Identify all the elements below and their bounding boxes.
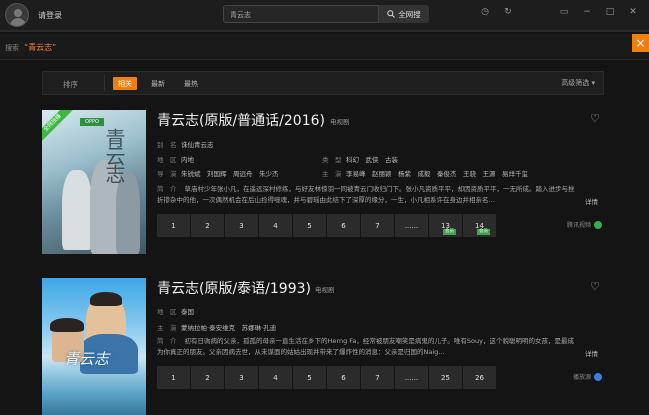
- episode-button[interactable]: 2: [191, 366, 224, 389]
- avatar[interactable]: [5, 3, 29, 27]
- meta-alias: 别 名诛仙青云志: [157, 141, 214, 149]
- play-source[interactable]: 腾讯视频: [567, 220, 602, 229]
- result-title[interactable]: 青云志(原版/泰语/1993): [157, 278, 311, 298]
- episode-button[interactable]: 6: [327, 214, 360, 237]
- episode-button[interactable]: 3: [225, 214, 258, 237]
- user-body-shape: [10, 18, 26, 26]
- result-title[interactable]: 青云志(原版/普通话/2016): [157, 110, 325, 130]
- search-icon: [387, 10, 396, 18]
- episode-button[interactable]: 7: [361, 214, 394, 237]
- poster-ribbon: 全网独播: [42, 110, 74, 145]
- poster-title-art: 青云志: [102, 128, 126, 182]
- poster-figure: [90, 292, 122, 306]
- filter-bar: 排序 相关 最新 最热 高级筛选 ▾: [42, 71, 604, 95]
- episode-button[interactable]: 4: [259, 366, 292, 389]
- episode-button[interactable]: 4: [259, 214, 292, 237]
- episode-button[interactable]: 5: [293, 366, 326, 389]
- poster-brand: OPPO: [80, 118, 104, 126]
- poster-image[interactable]: 青云志: [42, 278, 146, 415]
- sort-label: 排序: [63, 80, 78, 89]
- divider: [104, 75, 105, 91]
- close-icon[interactable]: ✕: [627, 7, 639, 17]
- play-source-label: 播放源: [572, 374, 591, 381]
- search-keyword-row: 搜索 “青云志”: [0, 34, 649, 60]
- maximize-icon[interactable]: □: [604, 7, 616, 17]
- vip-badge: 会员: [477, 229, 490, 235]
- poster-figure: [62, 170, 92, 250]
- poster-image[interactable]: 青云志 OPPO 全网独播: [42, 110, 146, 254]
- poster-figure: [50, 318, 84, 332]
- advanced-filter-button[interactable]: 高级筛选 ▾: [561, 78, 595, 88]
- episode-button[interactable]: 3: [225, 366, 258, 389]
- meta-director: 导 演朱锐斌 刘国辉 周远舟 朱少杰: [157, 170, 279, 178]
- episode-button[interactable]: 2: [191, 214, 224, 237]
- episode-button[interactable]: 6: [327, 366, 360, 389]
- detail-link[interactable]: 详情: [585, 348, 598, 358]
- search-keyword: “青云志”: [24, 43, 57, 52]
- result-item: 青云志 青云志(原版/泰语/1993) 电视剧 ♡ 地 区泰国 主 演蒙纳拉帕·…: [42, 278, 604, 415]
- meta-cast: 主 演李易峰 赵丽颖 杨紫 成毅 秦俊杰 王骁 王源 易烊千玺: [322, 170, 528, 178]
- poster-figure: [116, 172, 140, 254]
- source-logo-icon: [594, 372, 602, 381]
- episode-button[interactable]: 13 会员: [429, 214, 462, 237]
- screen-icon[interactable]: ▭: [558, 7, 570, 17]
- poster-title-art: 青云志: [64, 350, 110, 368]
- description: 简 介草庙村少年张小凡，在遥远深村修练，与好友林惊羽一同被青云门收归门下。张小凡…: [157, 185, 575, 204]
- close-search-button[interactable]: ×: [632, 34, 649, 52]
- refresh-icon[interactable]: ↻: [502, 7, 514, 17]
- minimize-icon[interactable]: −: [581, 7, 593, 17]
- meta-region: 地 区内地: [157, 156, 194, 164]
- episode-button[interactable]: 26: [463, 366, 496, 389]
- login-link[interactable]: 请登录: [38, 10, 62, 21]
- favorite-heart-icon[interactable]: ♡: [590, 112, 600, 125]
- result-item: 青云志 OPPO 全网独播 青云志(原版/普通话/2016) 电视剧 ♡ 别 名…: [42, 110, 604, 260]
- meta-region: 地 区泰国: [157, 308, 194, 316]
- title-bar: 请登录 全网搜 ◷ ↻ ▭ − □ ✕: [0, 0, 649, 32]
- cast-icon[interactable]: [525, 7, 547, 17]
- search-label: 搜索: [5, 44, 19, 52]
- meta-cast: 主 演蒙纳拉帕·泰安维克 苏娜琳·孔迪: [157, 324, 277, 332]
- search-button-label: 全网搜: [398, 9, 421, 19]
- clock-icon[interactable]: ◷: [479, 7, 491, 17]
- meta-genre: 类 型科幻 武侠 古装: [322, 156, 398, 164]
- vip-badge: 会员: [443, 229, 456, 235]
- window-controls: ◷ ↻ ▭ − □ ✕: [479, 7, 639, 17]
- episode-button[interactable]: 5: [293, 214, 326, 237]
- episode-ellipsis-button[interactable]: ......: [395, 214, 428, 237]
- search-button[interactable]: 全网搜: [378, 5, 429, 23]
- episode-button[interactable]: 7: [361, 366, 394, 389]
- episode-button[interactable]: 1: [157, 366, 190, 389]
- episode-list: 1 2 3 4 5 6 7 ...... 13 会员 14 会员: [157, 214, 496, 237]
- episode-button[interactable]: 1: [157, 214, 190, 237]
- tab-latest[interactable]: 最新: [146, 77, 170, 90]
- source-logo-icon: [594, 220, 602, 229]
- tab-relevance[interactable]: 相关: [113, 77, 137, 90]
- description: 简 介初有日驹病的父亲，孤孤的母亲一直生活在乡下的Herng Fa，经常被朋友嘲…: [157, 337, 574, 356]
- play-source[interactable]: 播放源: [573, 372, 602, 381]
- search-input[interactable]: [230, 8, 375, 21]
- episode-ellipsis-button[interactable]: ......: [395, 366, 428, 389]
- favorite-heart-icon[interactable]: ♡: [590, 280, 600, 293]
- user-head-shape: [14, 9, 22, 17]
- result-type: 电视剧: [315, 286, 335, 294]
- detail-link[interactable]: 详情: [585, 196, 598, 206]
- play-source-label: 腾讯视频: [566, 222, 591, 229]
- episode-button[interactable]: 14 会员: [463, 214, 496, 237]
- episode-button[interactable]: 25: [429, 366, 462, 389]
- tab-hottest[interactable]: 最热: [179, 77, 203, 90]
- search-box[interactable]: 全网搜: [223, 5, 429, 23]
- result-type: 电视剧: [330, 118, 350, 126]
- episode-list: 1 2 3 4 5 6 7 ...... 25 26: [157, 366, 496, 389]
